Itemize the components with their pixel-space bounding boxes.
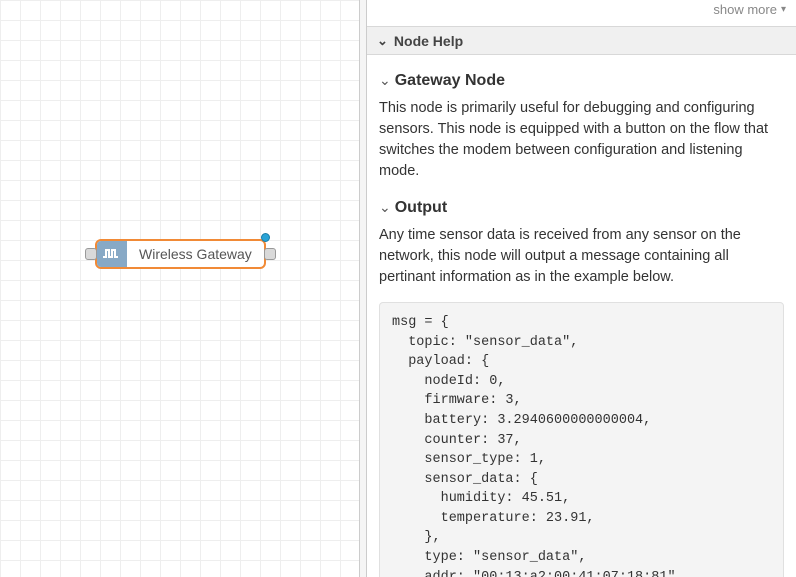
caret-down-icon: ▾	[781, 2, 786, 18]
node-help-header[interactable]: ⌄ Node Help	[367, 26, 796, 54]
chevron-down-icon: ⌄	[379, 197, 391, 217]
chevron-down-icon: ⌄	[377, 34, 388, 47]
code-example: msg = { topic: "sensor_data", payload: {…	[379, 302, 784, 577]
chevron-down-icon: ⌄	[379, 70, 391, 90]
wireless-gateway-node[interactable]: Wireless Gateway	[85, 239, 276, 269]
node-label: Wireless Gateway	[127, 246, 264, 262]
show-more-label: show more	[713, 2, 777, 17]
help-sidebar: show more ▾ ⌄ Node Help ⌄ Gateway Node T…	[367, 0, 796, 577]
gateway-heading[interactable]: ⌄ Gateway Node	[379, 69, 784, 92]
output-heading-text: Output	[395, 196, 447, 219]
pane-splitter[interactable]	[360, 0, 367, 577]
node-icon	[97, 241, 127, 267]
node-body[interactable]: Wireless Gateway	[95, 239, 266, 269]
show-more-link[interactable]: show more ▾	[367, 0, 796, 26]
gateway-description: This node is primarily useful for debugg…	[379, 98, 784, 182]
output-description: Any time sensor data is received from an…	[379, 225, 784, 288]
output-heading[interactable]: ⌄ Output	[379, 196, 784, 219]
node-input-port[interactable]	[85, 248, 97, 260]
node-output-port[interactable]	[264, 248, 276, 260]
gateway-heading-text: Gateway Node	[395, 69, 505, 92]
signal-icon	[103, 247, 121, 261]
help-content: ⌄ Gateway Node This node is primarily us…	[367, 55, 796, 577]
flow-canvas[interactable]: Wireless Gateway	[0, 0, 360, 577]
section-title: Node Help	[394, 33, 463, 49]
node-status-dot	[261, 233, 270, 242]
